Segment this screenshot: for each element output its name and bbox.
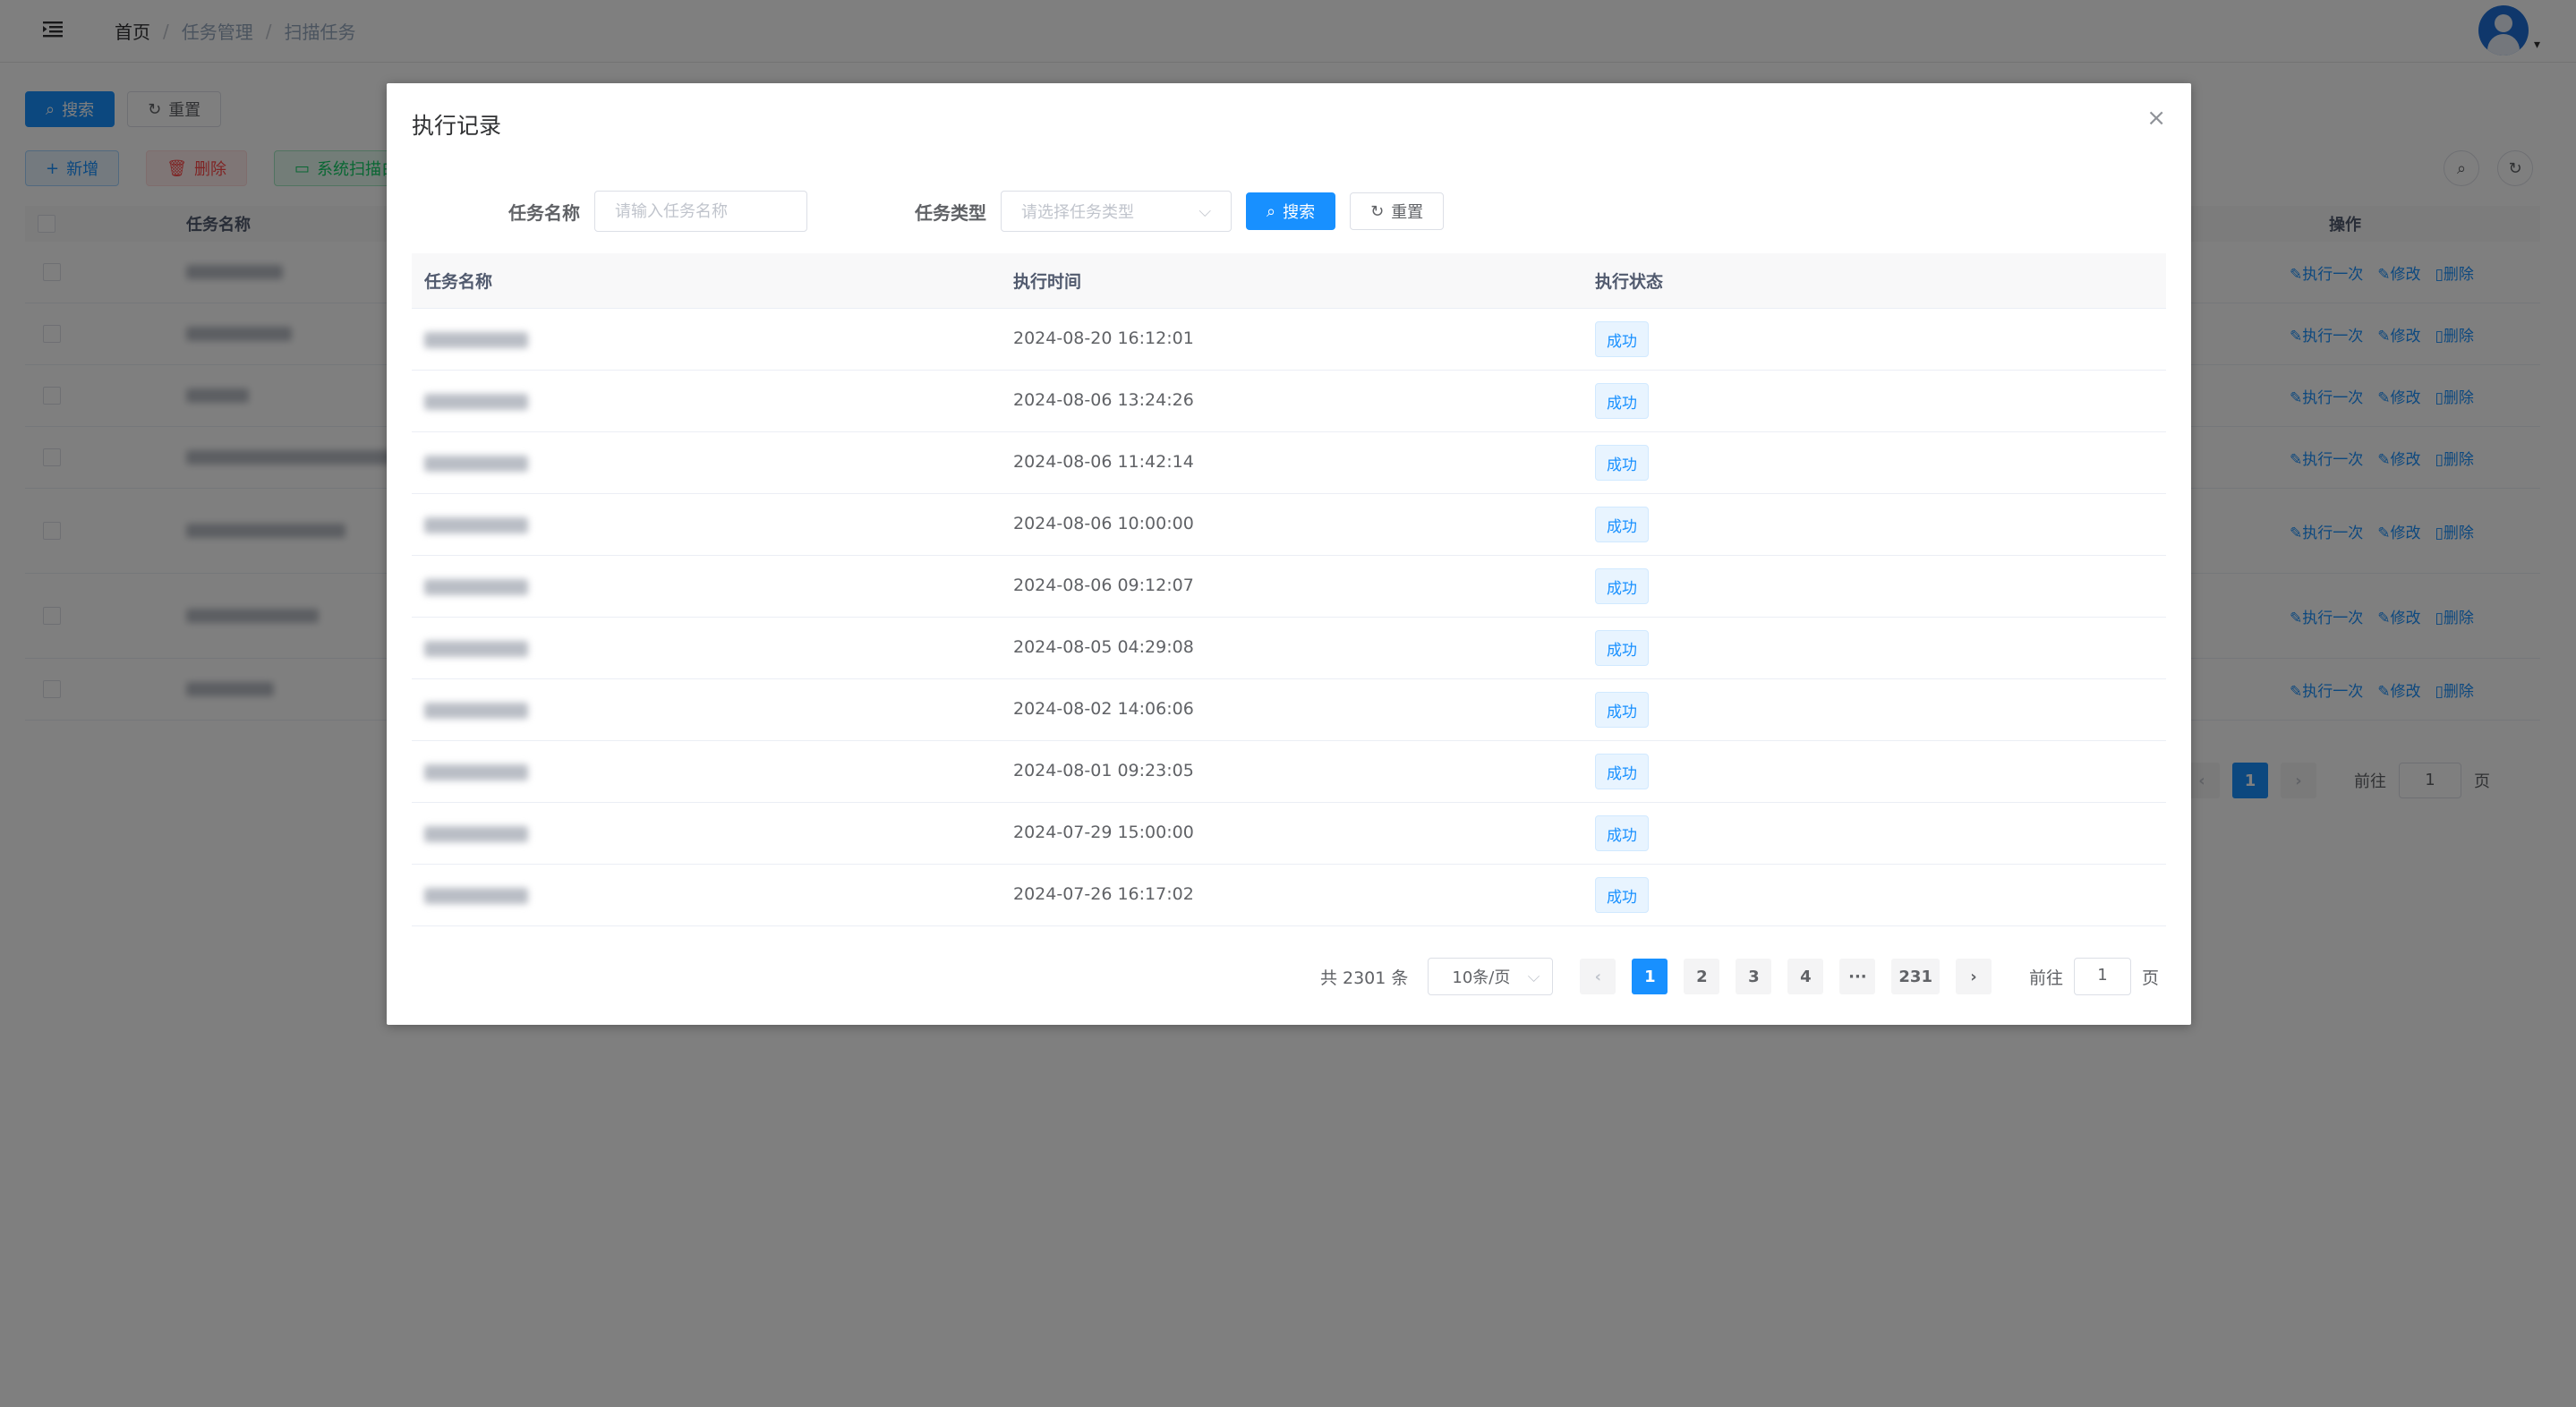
page-size-value: 10条/页: [1452, 968, 1511, 987]
execution-time: 2024-08-05 04:29:08: [1013, 637, 1194, 657]
task-name-blurred: [424, 517, 528, 533]
close-icon[interactable]: ×: [2146, 107, 2166, 130]
search-icon: ⌕: [1267, 201, 1276, 221]
status-badge: 成功: [1595, 321, 1649, 357]
goto-page-input[interactable]: 1: [2073, 958, 2131, 995]
task-name-blurred: [424, 888, 528, 904]
more-pages-button[interactable]: ···: [1839, 959, 1876, 994]
page-button-4[interactable]: 4: [1787, 959, 1824, 994]
table-row: 2024-08-06 13:24:26 成功: [412, 371, 2166, 432]
table-row: 2024-07-29 15:00:00 成功: [412, 803, 2166, 865]
status-badge: 成功: [1595, 507, 1649, 542]
table-row: 2024-08-01 09:23:05 成功: [412, 741, 2166, 803]
col-execution-time: 执行时间: [1013, 272, 1082, 292]
execution-time: 2024-08-02 14:06:06: [1013, 699, 1194, 719]
table-row: 2024-08-05 04:29:08 成功: [412, 618, 2166, 679]
page-button-1[interactable]: 1: [1632, 959, 1668, 994]
task-type-select[interactable]: 请选择任务类型 ⌵: [1001, 191, 1232, 232]
task-type-label: 任务类型: [915, 201, 986, 224]
task-name-blurred: [424, 703, 528, 719]
status-badge: 成功: [1595, 630, 1649, 666]
status-badge: 成功: [1595, 568, 1649, 604]
goto-page: 前往 1 页: [2029, 958, 2159, 995]
task-name-blurred: [424, 641, 528, 657]
page-suffix: 页: [2141, 968, 2159, 988]
execution-time: 2024-08-06 10:00:00: [1013, 514, 1194, 533]
task-name-input[interactable]: [594, 191, 807, 232]
table-row: 2024-07-26 16:17:02 成功: [412, 865, 2166, 926]
execution-time: 2024-08-20 16:12:01: [1013, 328, 1194, 348]
status-badge: 成功: [1595, 877, 1649, 913]
search-button[interactable]: ⌕ 搜索: [1246, 192, 1336, 230]
col-execution-status: 执行状态: [1595, 272, 1664, 292]
reset-label: 重置: [1391, 203, 1424, 222]
table-row: 2024-08-20 16:12:01 成功: [412, 309, 2166, 371]
task-name-blurred: [424, 764, 528, 780]
task-name-blurred: [424, 579, 528, 595]
page-buttons: ‹ 1 2 3 4 ··· 231 ›: [1580, 959, 1992, 994]
table-row: 2024-08-06 11:42:14 成功: [412, 432, 2166, 494]
execution-time: 2024-08-01 09:23:05: [1013, 761, 1194, 780]
search-label: 搜索: [1283, 203, 1316, 222]
table-row: 2024-08-06 10:00:00 成功: [412, 494, 2166, 556]
execution-time: 2024-07-26 16:17:02: [1013, 884, 1194, 904]
status-badge: 成功: [1595, 383, 1649, 419]
task-name-blurred: [424, 456, 528, 472]
execution-time: 2024-08-06 11:42:14: [1013, 452, 1194, 472]
execution-time: 2024-07-29 15:00:00: [1013, 823, 1194, 842]
refresh-icon: ↻: [1370, 201, 1385, 221]
page-button-last[interactable]: 231: [1891, 959, 1940, 994]
dialog-title: 执行记录: [412, 113, 502, 139]
task-name-blurred: [424, 394, 528, 410]
filter-form: 任务名称 任务类型 请选择任务类型 ⌵ ⌕ 搜索 ↻ 重置: [508, 191, 1445, 232]
page-button-2[interactable]: 2: [1684, 959, 1720, 994]
reset-button[interactable]: ↻ 重置: [1350, 192, 1445, 230]
chevron-down-icon: ⌵: [1198, 201, 1211, 221]
execution-record-dialog: 执行记录 × 任务名称 任务类型 请选择任务类型 ⌵ ⌕ 搜索 ↻ 重置 任务名称 …: [387, 83, 2191, 1025]
total-count: 共 2301 条: [1319, 968, 1409, 988]
execution-time: 2024-08-06 09:12:07: [1013, 576, 1194, 595]
next-page-button[interactable]: ›: [1955, 959, 1992, 994]
task-type-placeholder: 请选择任务类型: [1021, 203, 1134, 222]
chevron-down-icon: ⌵: [1527, 967, 1540, 986]
col-task-name: 任务名称: [424, 272, 493, 292]
page-button-3[interactable]: 3: [1736, 959, 1772, 994]
status-badge: 成功: [1595, 815, 1649, 851]
pagination: 共 2301 条 10条/页 ⌵ ‹ 1 2 3 4 ··· 231 › 前往 …: [1320, 958, 2159, 995]
table-header: 任务名称 执行时间 执行状态: [412, 253, 2166, 309]
prev-page-button[interactable]: ‹: [1580, 959, 1616, 994]
page-size-select[interactable]: 10条/页 ⌵: [1428, 958, 1554, 995]
execution-record-table: 任务名称 执行时间 执行状态 2024-08-20 16:12:01 成功 20…: [412, 253, 2166, 926]
execution-time: 2024-08-06 13:24:26: [1013, 390, 1194, 410]
status-badge: 成功: [1595, 445, 1649, 481]
status-badge: 成功: [1595, 692, 1649, 728]
task-name-label: 任务名称: [508, 201, 580, 224]
status-badge: 成功: [1595, 754, 1649, 789]
task-name-blurred: [424, 332, 528, 348]
task-name-blurred: [424, 826, 528, 842]
table-row: 2024-08-06 09:12:07 成功: [412, 556, 2166, 618]
goto-label: 前往: [2028, 968, 2063, 988]
table-row: 2024-08-02 14:06:06 成功: [412, 679, 2166, 741]
